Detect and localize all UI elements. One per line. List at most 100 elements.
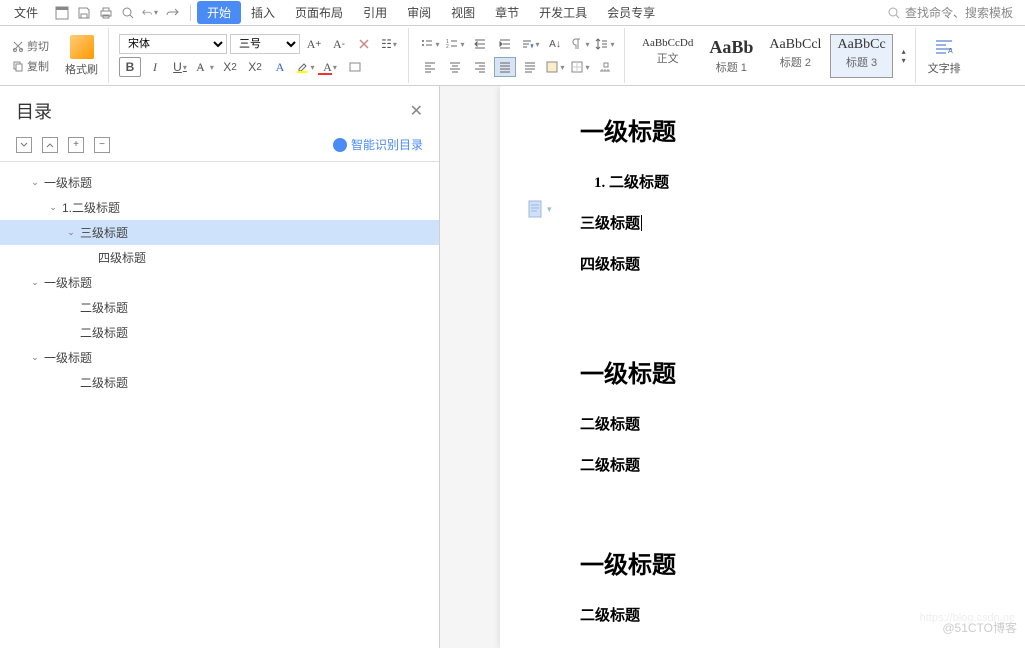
sort-button[interactable]: ▾ (519, 34, 541, 54)
chevron-down-icon[interactable]: ⌄ (46, 201, 60, 215)
chevron-down-icon[interactable]: ⌄ (28, 276, 42, 290)
menu-tab-3[interactable]: 引用 (353, 1, 397, 24)
undo-icon[interactable]: ▾ (142, 5, 158, 21)
style-item-1[interactable]: AaBb标题 1 (702, 34, 760, 78)
underline-button[interactable]: U▾ (169, 57, 191, 77)
text-arrange-button[interactable]: A 文字排 (922, 34, 967, 78)
print-icon[interactable] (98, 5, 114, 21)
text-cursor (641, 215, 642, 231)
add-icon[interactable]: + (68, 137, 84, 153)
tree-item-7[interactable]: ⌄一级标题 (0, 345, 439, 370)
align-center-button[interactable] (444, 57, 466, 77)
home-icon[interactable] (54, 5, 70, 21)
menu-tab-7[interactable]: 开发工具 (529, 1, 597, 24)
search-box[interactable]: 查找命令、搜索模板 (879, 2, 1021, 23)
styles-more-button[interactable]: ▴▾ (897, 28, 911, 84)
menu-file[interactable]: 文件 (4, 1, 48, 24)
font-effects-button[interactable]: A (269, 57, 291, 77)
doc-block-5[interactable]: 二级标题 (580, 413, 995, 434)
align-right-button[interactable] (469, 57, 491, 77)
style-item-0[interactable]: AaBbCcDd正文 (635, 34, 700, 78)
strike-button[interactable]: A-▾ (194, 57, 216, 77)
subscript-button[interactable]: X2 (244, 57, 266, 77)
redo-icon[interactable] (164, 5, 180, 21)
close-icon[interactable]: ✕ (410, 101, 423, 121)
text-arrange-icon: A (932, 36, 956, 60)
superscript-button[interactable]: X2 (219, 57, 241, 77)
tree-label: 二级标题 (80, 374, 128, 391)
align-left-button[interactable] (419, 57, 441, 77)
paragraph-marker-icon[interactable]: ▾ (528, 200, 552, 218)
menu-tab-4[interactable]: 审阅 (397, 1, 441, 24)
tree-label: 三级标题 (80, 224, 128, 241)
menu-tab-5[interactable]: 视图 (441, 1, 485, 24)
menu-tab-0[interactable]: 开始 (197, 1, 241, 24)
smart-toc-button[interactable]: 智能识别目录 (333, 136, 423, 153)
tab-settings-button[interactable] (594, 57, 616, 77)
tree-item-0[interactable]: ⌄一级标题 (0, 170, 439, 195)
chevron-down-icon[interactable]: ⌄ (64, 226, 78, 240)
align-justify-button[interactable] (494, 57, 516, 77)
divider (190, 5, 191, 21)
tree-item-1[interactable]: ⌄1.二级标题 (0, 195, 439, 220)
menu-tab-8[interactable]: 会员专享 (597, 1, 665, 24)
bold-button[interactable]: B (119, 57, 141, 77)
tree-item-5[interactable]: 二级标题 (0, 295, 439, 320)
expand-all-icon[interactable] (42, 137, 58, 153)
font-size-select[interactable]: 三号 (230, 34, 300, 54)
style-item-2[interactable]: AaBbCcl标题 2 (762, 34, 828, 78)
doc-block-1[interactable]: 1. 二级标题 (594, 171, 995, 192)
font-group: 宋体 三号 A+ A- ☷▾ B I U▾ A-▾ X2 X2 A ▾ A▾ (111, 28, 409, 83)
indent-increase-button[interactable] (494, 34, 516, 54)
watermark: @51CTO博客 (942, 619, 1017, 636)
change-case-button[interactable]: ☷▾ (378, 34, 400, 54)
text-direction-button[interactable]: A↓ (544, 34, 566, 54)
document-page[interactable]: ▾ 一级标题1. 二级标题三级标题四级标题一级标题二级标题二级标题一级标题二级标… (500, 86, 1025, 648)
chevron-down-icon[interactable]: ⌄ (28, 351, 42, 365)
align-distribute-button[interactable] (519, 57, 541, 77)
search-placeholder: 查找命令、搜索模板 (905, 4, 1013, 21)
doc-block-2[interactable]: 三级标题 (580, 212, 995, 233)
format-brush-button[interactable]: 格式刷 (59, 33, 104, 79)
style-item-3[interactable]: AaBbCc标题 3 (830, 34, 892, 78)
tree-label: 二级标题 (80, 324, 128, 341)
tree-item-2[interactable]: ⌄三级标题 (0, 220, 439, 245)
italic-button[interactable]: I (144, 57, 166, 77)
show-marks-button[interactable]: ▾ (569, 34, 591, 54)
doc-block-7[interactable]: 一级标题 (580, 545, 995, 580)
indent-decrease-button[interactable] (469, 34, 491, 54)
bullet-list-button[interactable]: ▾ (419, 34, 441, 54)
menu-tab-1[interactable]: 插入 (241, 1, 285, 24)
collapse-all-icon[interactable] (16, 137, 32, 153)
phonetic-button[interactable] (344, 57, 366, 77)
cut-button[interactable]: 剪切 (8, 37, 53, 55)
copy-button[interactable]: 复制 (8, 57, 53, 75)
tree-item-3[interactable]: 四级标题 (0, 245, 439, 270)
number-list-button[interactable]: 12▾ (444, 34, 466, 54)
outline-tree: ⌄一级标题⌄1.二级标题⌄三级标题四级标题⌄一级标题二级标题二级标题⌄一级标题二… (0, 162, 439, 648)
menu-tab-6[interactable]: 章节 (485, 1, 529, 24)
paragraph-group: ▾ 12▾ ▾ A↓ ▾ ▾ ▾ ▾ (411, 28, 625, 83)
highlight-button[interactable]: ▾ (294, 57, 316, 77)
svg-text:A: A (948, 48, 953, 55)
doc-block-3[interactable]: 四级标题 (580, 253, 995, 274)
shrink-font-button[interactable]: A- (328, 34, 350, 54)
doc-block-0[interactable]: 一级标题 (580, 112, 995, 147)
save-icon[interactable] (76, 5, 92, 21)
remove-icon[interactable]: − (94, 137, 110, 153)
doc-block-6[interactable]: 二级标题 (580, 454, 995, 475)
tree-item-8[interactable]: 二级标题 (0, 370, 439, 395)
font-name-select[interactable]: 宋体 (119, 34, 227, 54)
tree-item-6[interactable]: 二级标题 (0, 320, 439, 345)
shading-button[interactable]: ▾ (544, 57, 566, 77)
line-spacing-button[interactable]: ▾ (594, 34, 616, 54)
chevron-down-icon[interactable]: ⌄ (28, 176, 42, 190)
grow-font-button[interactable]: A+ (303, 34, 325, 54)
preview-icon[interactable] (120, 5, 136, 21)
menu-tab-2[interactable]: 页面布局 (285, 1, 353, 24)
font-color-button[interactable]: A▾ (319, 57, 341, 77)
clear-format-button[interactable] (353, 34, 375, 54)
doc-block-4[interactable]: 一级标题 (580, 354, 995, 389)
border-button[interactable]: ▾ (569, 57, 591, 77)
tree-item-4[interactable]: ⌄一级标题 (0, 270, 439, 295)
